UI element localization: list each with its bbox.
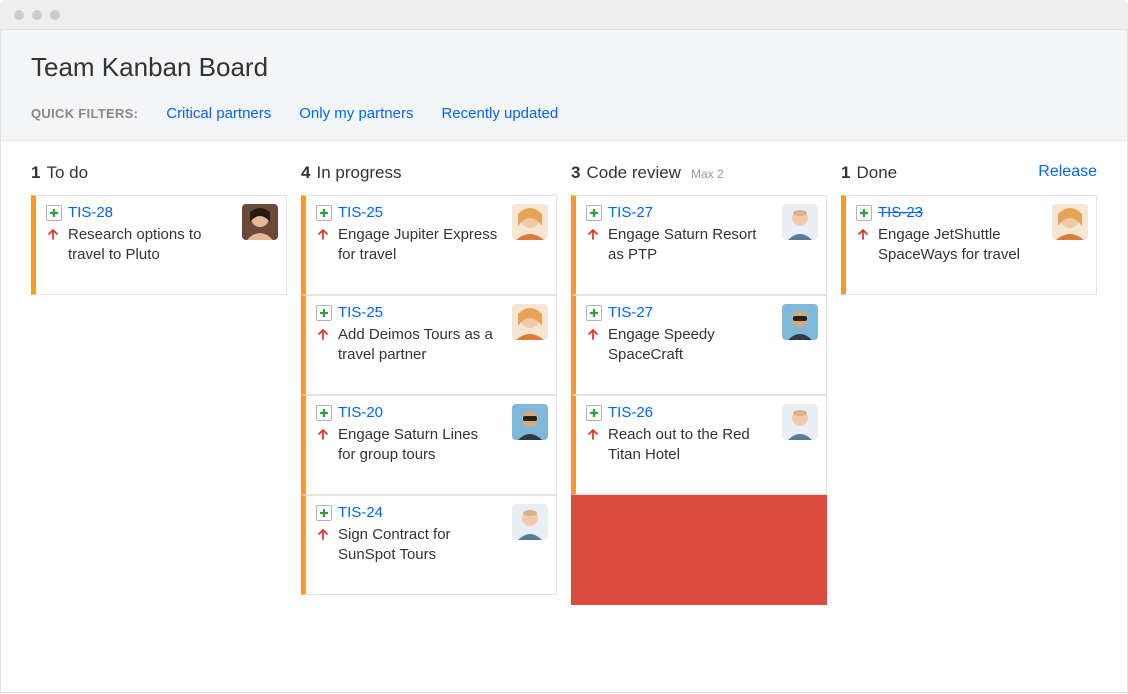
assignee-avatar[interactable] [1052, 204, 1088, 240]
column-overflow-indicator [571, 495, 827, 605]
page-title: Team Kanban Board [31, 52, 1097, 83]
issue-summary: Engage Speedy SpaceCraft [608, 325, 768, 366]
story-icon [316, 505, 332, 521]
column-count: 1 [31, 163, 40, 183]
priority-up-icon [586, 327, 602, 343]
issue-summary: Add Deimos Tours as a travel partner [338, 325, 498, 366]
filter-critical-partners[interactable]: Critical partners [166, 105, 271, 122]
assignee-avatar[interactable] [512, 504, 548, 540]
board: Release 1 To do TIS-28 Research options to … [1, 141, 1127, 605]
window-dot [14, 10, 24, 20]
issue-key-link[interactable]: TIS-25 [338, 304, 383, 321]
column: 1 Done TIS-23 Engage JetShuttle SpaceWays f… [841, 163, 1097, 605]
issue-card[interactable]: TIS-23 Engage JetShuttle SpaceWays for tr… [841, 195, 1097, 295]
release-link[interactable]: Release [1038, 163, 1097, 181]
column-count: 1 [841, 163, 850, 183]
issue-card[interactable]: TIS-26 Reach out to the Red Titan Hotel [571, 395, 827, 495]
issue-card[interactable]: TIS-25 Add Deimos Tours as a travel partn… [301, 295, 557, 395]
issue-summary: Engage Saturn Lines for group tours [338, 425, 498, 466]
assignee-avatar[interactable] [512, 404, 548, 440]
story-icon [316, 205, 332, 221]
issue-card[interactable]: TIS-27 Engage Saturn Resort as PTP [571, 195, 827, 295]
issue-summary: Engage JetShuttle SpaceWays for travel [878, 225, 1038, 266]
priority-up-icon [316, 227, 332, 243]
column: 4 In progress TIS-25 Engage Jupiter Express… [301, 163, 557, 605]
assignee-avatar[interactable] [512, 304, 548, 340]
priority-up-icon [46, 227, 62, 243]
issue-key-link[interactable]: TIS-28 [68, 204, 113, 221]
issue-summary: Research options to travel to Pluto [68, 225, 228, 266]
filter-only-my-partners[interactable]: Only my partners [299, 105, 413, 122]
story-icon [586, 405, 602, 421]
issue-key-link[interactable]: TIS-26 [608, 404, 653, 421]
issue-key-link[interactable]: TIS-23 [878, 204, 923, 221]
window-dot [50, 10, 60, 20]
priority-up-icon [316, 327, 332, 343]
assignee-avatar[interactable] [782, 204, 818, 240]
priority-up-icon [586, 227, 602, 243]
issue-key-link[interactable]: TIS-20 [338, 404, 383, 421]
column-max: Max 2 [691, 167, 724, 181]
issue-card[interactable]: TIS-28 Research options to travel to Plut… [31, 195, 287, 295]
header: Team Kanban Board QUICK FILTERS: Critica… [1, 30, 1127, 141]
issue-key-link[interactable]: TIS-27 [608, 204, 653, 221]
column: 1 To do TIS-28 Research options to travel t… [31, 163, 287, 605]
issue-summary: Engage Saturn Resort as PTP [608, 225, 768, 266]
column-label: Done [856, 163, 897, 183]
story-icon [586, 205, 602, 221]
quick-filters-row: QUICK FILTERS: Critical partners Only my… [31, 105, 1097, 122]
column-header: 4 In progress [301, 163, 557, 183]
assignee-avatar[interactable] [512, 204, 548, 240]
assignee-avatar[interactable] [242, 204, 278, 240]
assignee-avatar[interactable] [782, 304, 818, 340]
column-count: 4 [301, 163, 310, 183]
app-frame: Team Kanban Board QUICK FILTERS: Critica… [0, 30, 1128, 693]
story-icon [316, 305, 332, 321]
column-body[interactable]: TIS-23 Engage JetShuttle SpaceWays for tr… [841, 195, 1097, 295]
column-label: Code review [586, 163, 681, 183]
column-header: 1 To do [31, 163, 287, 183]
columns-container: 1 To do TIS-28 Research options to travel t… [31, 163, 1097, 605]
story-icon [46, 205, 62, 221]
issue-card[interactable]: TIS-27 Engage Speedy SpaceCraft [571, 295, 827, 395]
issue-key-link[interactable]: TIS-24 [338, 504, 383, 521]
issue-summary: Reach out to the Red Titan Hotel [608, 425, 768, 466]
story-icon [316, 405, 332, 421]
issue-key-link[interactable]: TIS-27 [608, 304, 653, 321]
priority-up-icon [586, 427, 602, 443]
story-icon [856, 205, 872, 221]
issue-card[interactable]: TIS-24 Sign Contract for SunSpot Tours [301, 495, 557, 595]
window-chrome [0, 0, 1128, 30]
priority-up-icon [316, 427, 332, 443]
priority-up-icon [856, 227, 872, 243]
column-body[interactable]: TIS-25Engage Jupiter Express for travelT… [301, 195, 557, 595]
column-count: 3 [571, 163, 580, 183]
issue-card[interactable]: TIS-25 Engage Jupiter Express for travel [301, 195, 557, 295]
issue-summary: Sign Contract for SunSpot Tours [338, 525, 498, 566]
priority-up-icon [316, 527, 332, 543]
column-body[interactable]: TIS-27 Engage Saturn Resort as PTP TIS-27 E… [571, 195, 827, 605]
story-icon [586, 305, 602, 321]
column-label: To do [46, 163, 88, 183]
column-body[interactable]: TIS-28 Research options to travel to Plut… [31, 195, 287, 295]
column: 3 Code review Max 2 TIS-27 Engage Saturn Res… [571, 163, 827, 605]
column-header: 3 Code review Max 2 [571, 163, 827, 183]
filter-recently-updated[interactable]: Recently updated [441, 105, 558, 122]
issue-card[interactable]: TIS-20 Engage Saturn Lines for group tour… [301, 395, 557, 495]
issue-key-link[interactable]: TIS-25 [338, 204, 383, 221]
issue-summary: Engage Jupiter Express for travel [338, 225, 498, 266]
quick-filters-label: QUICK FILTERS: [31, 106, 138, 121]
column-label: In progress [316, 163, 401, 183]
assignee-avatar[interactable] [782, 404, 818, 440]
window-dot [32, 10, 42, 20]
